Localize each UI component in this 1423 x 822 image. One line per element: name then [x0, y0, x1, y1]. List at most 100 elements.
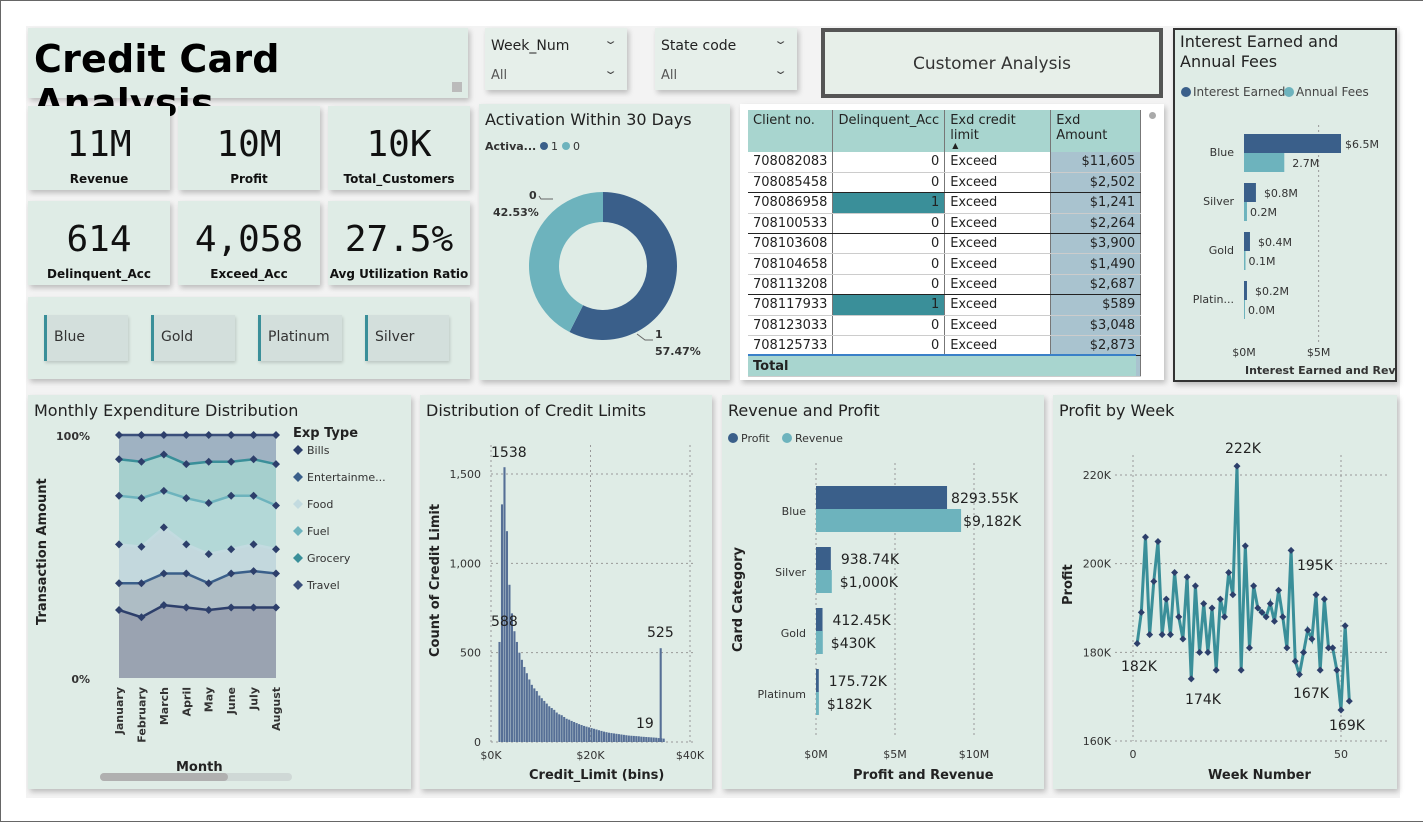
kpi-profit: 10M Profit	[178, 106, 320, 190]
histogram-bar	[612, 733, 615, 742]
table-row[interactable]: 708085458 0 Exceed $2,502	[748, 172, 1142, 194]
histogram-bar	[642, 736, 645, 742]
chevron-down-icon[interactable]: ⌄	[773, 34, 788, 47]
legend-marker	[293, 472, 303, 482]
category-label: Silver	[1203, 195, 1234, 208]
histogram-bar	[520, 659, 523, 742]
data-label: 195K	[1297, 558, 1334, 574]
bar-revenue	[816, 509, 962, 532]
y-axis-title: Card Category	[731, 546, 746, 652]
data-point	[1137, 608, 1145, 616]
x-tick-label: March	[158, 687, 171, 725]
category-button-blue[interactable]: Blue	[44, 315, 128, 361]
data-point	[1300, 648, 1308, 656]
label-leader	[636, 333, 653, 341]
resize-handle[interactable]	[452, 82, 462, 92]
scrollbar-thumb[interactable]	[1149, 112, 1156, 119]
kpi-value: 614	[66, 219, 132, 260]
total-label: Total	[753, 359, 789, 374]
histogram-bar	[513, 631, 516, 742]
y-tick-label: 180K	[1083, 646, 1112, 659]
table-row[interactable]: 708103608 0 Exceed $3,900	[748, 233, 1142, 255]
category-button-platinum[interactable]: Platinum	[258, 315, 342, 361]
kpi-label: Delinquent_Acc	[47, 267, 151, 281]
y-tick-label: 160K	[1083, 735, 1112, 748]
category-button-gold[interactable]: Gold	[151, 315, 235, 361]
state-slicer-label: State code	[661, 38, 737, 54]
title-card: Credit Card Analysis	[28, 28, 468, 125]
data-point	[1312, 591, 1320, 599]
credit-dist-chart: Distribution of Credit Limits 0 500 1,000 1…	[420, 395, 712, 789]
kpi-label: Revenue	[69, 172, 129, 186]
histogram-bar	[607, 732, 610, 742]
category-label: Gold	[161, 329, 194, 345]
data-point	[1316, 666, 1324, 674]
table-cell: Exceed	[944, 274, 1052, 296]
table-header-cell[interactable]: Exd Amount	[1050, 110, 1142, 152]
data-point	[1266, 600, 1274, 608]
table-row[interactable]: 708125733 0 Exceed $2,873	[748, 335, 1142, 357]
table-header-cell[interactable]: Exd credit limit ▲	[944, 110, 1052, 152]
table-row[interactable]: 708123033 0 Exceed $3,048	[748, 315, 1142, 337]
state-slicer-value[interactable]: All	[661, 68, 677, 83]
table-cell: Exceed	[944, 294, 1052, 316]
table-cell: 708117933	[748, 294, 834, 316]
table-row[interactable]: 708104658 0 Exceed $1,490	[748, 253, 1142, 275]
chevron-down-icon[interactable]: ⌄	[603, 34, 618, 47]
exceed-table-card: Client no. Delinquent_Acc Exd credit limit…	[740, 104, 1164, 380]
x-axis-title: Credit_Limit (bins)	[529, 768, 664, 783]
table-row[interactable]: 708082083 0 Exceed $11,605	[748, 152, 1142, 173]
histogram-bar	[585, 726, 588, 742]
y-tick-label: 1,000	[450, 557, 482, 570]
histogram-bar	[535, 691, 538, 742]
data-label: 0.2M	[1250, 206, 1277, 219]
histogram-bar	[583, 725, 586, 742]
data-point	[1241, 542, 1249, 550]
x-axis-title: Interest Earned and Rev...	[1245, 364, 1395, 377]
bar-fees	[1244, 202, 1247, 221]
legend-label: Entertainme...	[307, 471, 386, 484]
legend-title: Exp Type	[293, 426, 358, 441]
x-tick-label: $5M	[883, 748, 907, 761]
table-cell: $3,900	[1050, 233, 1142, 255]
category-label: Silver	[775, 566, 806, 579]
legend-marker	[562, 142, 570, 150]
state-slicer[interactable]: State code ⌄ All ⌄	[655, 28, 797, 90]
histogram-bar	[620, 734, 623, 742]
kpi-label: Exceed_Acc	[210, 267, 288, 281]
category-button-silver[interactable]: Silver	[365, 315, 449, 361]
legend-marker	[293, 499, 303, 509]
data-label: 182K	[1121, 659, 1158, 675]
histogram-bar	[573, 721, 576, 742]
table-row[interactable]: 708100533 0 Exceed $2,264	[748, 213, 1142, 235]
sort-asc-icon[interactable]: ▲	[952, 142, 1045, 150]
chevron-down-icon[interactable]: ⌄	[603, 64, 618, 77]
data-label: 1538	[491, 445, 527, 461]
table-header-cell[interactable]: Delinquent_Acc	[832, 110, 946, 152]
histogram-bar	[538, 695, 541, 742]
week-slicer-value[interactable]: All	[491, 68, 507, 83]
table-cell: Exceed	[944, 253, 1052, 275]
week-slicer[interactable]: Week_Num ⌄ All ⌄	[485, 28, 627, 90]
table-row[interactable]: 708117933 1 Exceed $589	[748, 294, 1142, 316]
data-label: 169K	[1329, 718, 1366, 734]
customer-analysis-button[interactable]: Customer Analysis	[821, 28, 1163, 98]
category-label: Silver	[375, 329, 415, 345]
chevron-down-icon[interactable]: ⌄	[773, 64, 788, 77]
histogram-bar	[565, 718, 568, 742]
y-axis-title: Profit	[1061, 564, 1076, 605]
x-tick-label: January	[113, 687, 126, 735]
x-tick-label: $0K	[480, 749, 502, 762]
table-cell: 708104658	[748, 253, 834, 275]
interest-bar-chart: Interest Earned Annual Fees Blue $6.5M 2.7M S…	[1181, 85, 1395, 377]
data-label: 0.0M	[1248, 304, 1275, 317]
data-point	[1208, 604, 1216, 612]
table-row[interactable]: 708086958 1 Exceed $1,241	[748, 192, 1142, 214]
table-row[interactable]: 708113208 0 Exceed $2,687	[748, 274, 1142, 296]
x-tick-label: February	[135, 687, 148, 743]
bar-profit	[816, 547, 831, 570]
histogram-bar	[650, 737, 653, 742]
legend-marker	[293, 580, 303, 590]
donut-chart: Activa... 1 0 0 42.53% 1 57.47%	[485, 140, 701, 358]
table-header-cell[interactable]: Client no.	[748, 110, 834, 152]
